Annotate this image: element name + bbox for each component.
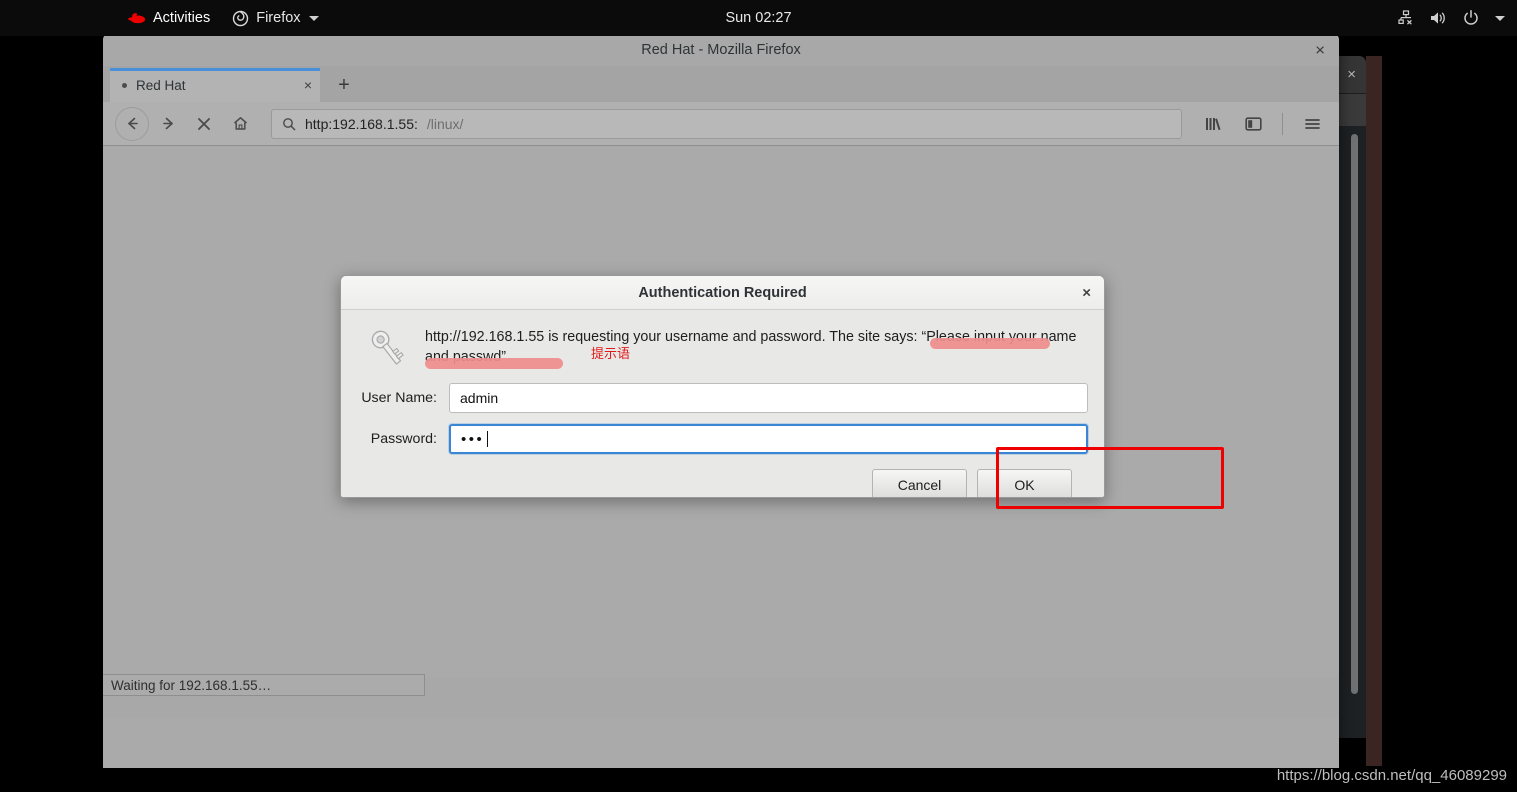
password-label: Password: — [359, 431, 449, 447]
back-button[interactable] — [115, 107, 149, 141]
navigation-toolbar: http:192.168.1.55: /linux/ — [103, 102, 1339, 146]
stop-button[interactable] — [187, 107, 221, 141]
tab-label: Red Hat — [136, 78, 298, 93]
app-menu-label: Firefox — [256, 10, 300, 26]
tab-red-hat[interactable]: Red Hat × — [110, 68, 320, 102]
ok-button[interactable]: OK — [977, 469, 1072, 498]
toolbar-divider — [1282, 113, 1283, 135]
username-value: admin — [460, 390, 498, 406]
url-text: http:192.168.1.55: — [305, 116, 418, 132]
password-input[interactable]: ••• — [449, 424, 1088, 454]
system-menu-chevron-down-icon[interactable] — [1495, 16, 1505, 21]
tab-favicon-icon — [122, 83, 127, 88]
background-window-scrollbar[interactable] — [1351, 134, 1358, 694]
watermark: https://blog.csdn.net/qq_46089299 — [1277, 767, 1507, 784]
url-bar[interactable]: http:192.168.1.55: /linux/ — [271, 109, 1182, 139]
chevron-down-icon — [309, 16, 319, 21]
url-path-text: /linux/ — [427, 116, 464, 132]
toolbar-icon-group — [1198, 109, 1327, 139]
key-icon — [357, 324, 419, 372]
password-value: ••• — [461, 431, 484, 448]
top-bar-left-group: Activities Firefox — [118, 7, 327, 30]
status-text: Waiting for 192.168.1.55… — [103, 674, 425, 696]
status-bar: Waiting for 192.168.1.55… — [103, 678, 1339, 718]
background-window-close-icon[interactable]: × — [1347, 67, 1356, 82]
dialog-title: Authentication Required — [638, 285, 806, 301]
dialog-actions: Cancel OK — [357, 454, 1088, 498]
username-input[interactable]: admin — [449, 383, 1088, 413]
power-icon — [1462, 9, 1480, 27]
dialog-message-row: http://192.168.1.55 is requesting your u… — [357, 324, 1088, 372]
window-close-button[interactable]: × — [1315, 41, 1325, 58]
window-title: Red Hat - Mozilla Firefox — [641, 42, 801, 58]
new-tab-button[interactable]: + — [320, 68, 368, 102]
hamburger-menu-icon[interactable] — [1297, 109, 1327, 139]
authentication-dialog: Authentication Required × — [340, 275, 1105, 498]
screen: × % Red Hat - Mozilla Firefox × Red Hat … — [0, 0, 1517, 792]
dialog-close-button[interactable]: × — [1082, 285, 1091, 300]
dialog-annotation-label: 提示语 — [591, 344, 630, 364]
highlight-mark-1 — [930, 338, 1050, 349]
cancel-button[interactable]: Cancel — [872, 469, 967, 498]
tab-strip: Red Hat × + — [103, 66, 1339, 102]
dialog-message: http://192.168.1.55 is requesting your u… — [425, 324, 1088, 372]
dialog-body: http://192.168.1.55 is requesting your u… — [341, 310, 1104, 498]
network-disconnected-icon — [1397, 9, 1415, 27]
library-icon[interactable] — [1198, 109, 1228, 139]
home-button[interactable] — [223, 107, 257, 141]
firefox-icon — [232, 10, 249, 27]
username-row: User Name: admin — [357, 383, 1088, 413]
gnome-top-bar: Activities Firefox Sun 02:27 — [0, 0, 1517, 36]
system-status-group[interactable] — [1397, 0, 1505, 36]
username-label: User Name: — [359, 390, 449, 406]
window-titlebar: Red Hat - Mozilla Firefox × — [103, 33, 1339, 66]
red-hat-logo-icon — [126, 11, 146, 25]
text-caret — [487, 431, 488, 447]
activities-label: Activities — [153, 10, 210, 26]
background-window-frame — [1366, 56, 1382, 766]
password-row: Password: ••• — [357, 424, 1088, 454]
app-menu-firefox[interactable]: Firefox — [224, 7, 326, 30]
search-icon — [282, 117, 296, 131]
tab-close-icon[interactable]: × — [298, 78, 312, 92]
sidebar-icon[interactable] — [1238, 109, 1268, 139]
dialog-titlebar: Authentication Required × — [341, 276, 1104, 310]
highlight-mark-2 — [425, 358, 563, 369]
activities-button[interactable]: Activities — [118, 7, 218, 29]
volume-icon — [1429, 9, 1448, 27]
forward-button[interactable] — [151, 107, 185, 141]
